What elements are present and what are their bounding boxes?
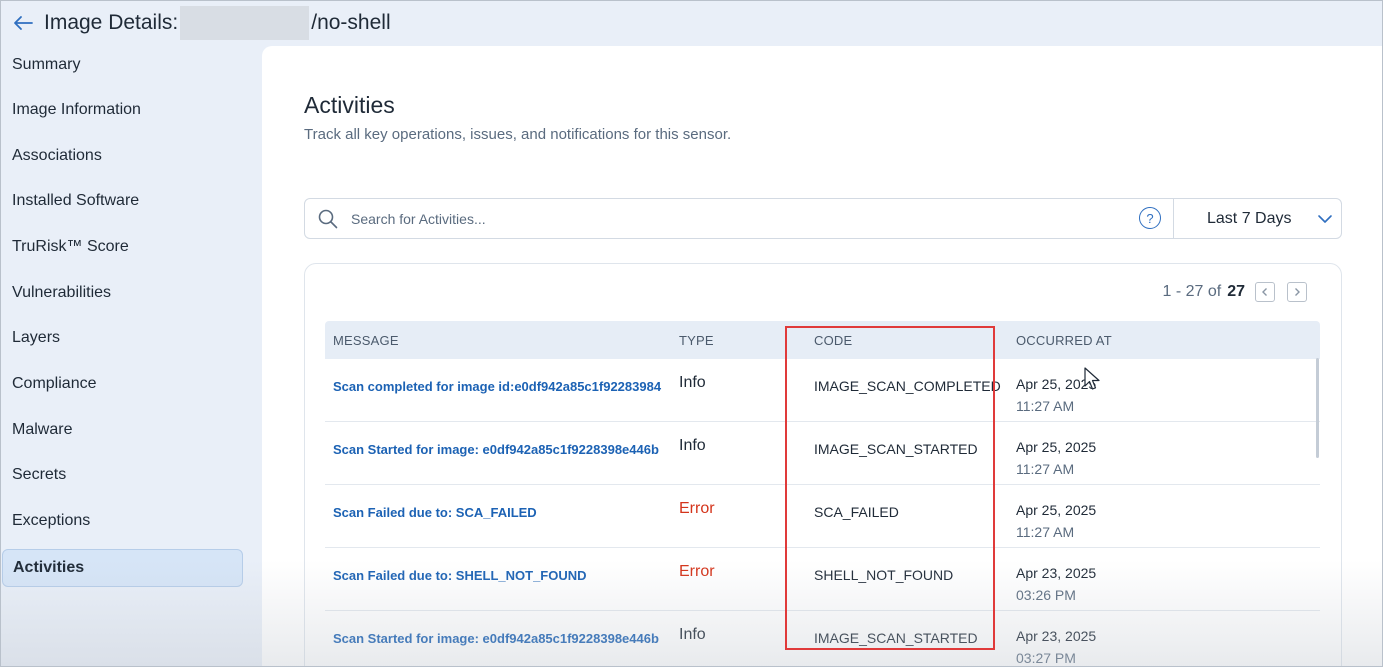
pagination: 1 - 27 of 27 [1162, 282, 1307, 302]
time-cell: 03:27 PM [1016, 650, 1076, 666]
pagination-range: 1 - 27 of [1162, 283, 1222, 300]
type-cell: Info [679, 437, 706, 454]
search-input[interactable] [351, 205, 1121, 233]
sidebar-item-vulnerabilities[interactable]: Vulnerabilities [2, 274, 243, 312]
type-cell: Error [679, 563, 715, 580]
pagination-total: 27 [1227, 283, 1245, 300]
sidebar-item-label: Installed Software [12, 192, 140, 209]
message-link[interactable]: Scan Started for image: e0df942a85c1f922… [333, 442, 663, 457]
sidebar-item-label: Vulnerabilities [12, 284, 112, 301]
sidebar-item-activities[interactable]: Activities [2, 549, 243, 587]
prev-page-button[interactable] [1255, 282, 1275, 302]
sidebar-item-associations[interactable]: Associations [2, 137, 243, 175]
sidebar-item-installed-software[interactable]: Installed Software [2, 182, 243, 220]
sidebar-item-compliance[interactable]: Compliance [2, 365, 243, 403]
time-cell: 03:26 PM [1016, 587, 1076, 603]
date-range-select[interactable]: Last 7 Days [1207, 210, 1291, 228]
cursor-icon [1083, 366, 1103, 392]
sidebar-item-label: Secrets [12, 466, 67, 483]
sidebar-item-summary[interactable]: Summary [2, 46, 243, 84]
main-panel: Activities Track all key operations, iss… [262, 46, 1383, 667]
column-header-code[interactable]: CODE [814, 333, 852, 348]
sidebar-item-exceptions[interactable]: Exceptions [2, 502, 243, 540]
type-cell: Error [679, 500, 715, 517]
sidebar-item-trurisk-score[interactable]: TruRisk™ Score [2, 228, 243, 266]
table-row[interactable]: Scan Failed due to: SHELL_NOT_FOUND Erro… [325, 548, 1320, 611]
sidebar-item-label: Compliance [12, 375, 97, 392]
type-cell: Info [679, 626, 706, 643]
search-bar: ? Last 7 Days [304, 198, 1342, 239]
sidebar-item-label: Summary [12, 56, 81, 73]
column-header-type[interactable]: TYPE [679, 333, 714, 348]
code-cell: SCA_FAILED [814, 504, 899, 520]
sidebar-item-label: TruRisk™ Score [12, 238, 129, 255]
date-cell: Apr 25, 2025 [1016, 439, 1097, 455]
redacted-image-name [180, 6, 310, 40]
table-header: MESSAGE TYPE CODE OCCURRED AT [325, 321, 1320, 359]
sidebar-item-label: Associations [12, 147, 102, 164]
time-cell: 11:27 AM [1016, 398, 1075, 414]
code-cell: SHELL_NOT_FOUND [814, 567, 954, 583]
code-cell: IMAGE_SCAN_COMPLETED [814, 378, 1001, 394]
time-cell: 11:27 AM [1016, 461, 1075, 477]
date-cell: Apr 23, 2025 [1016, 565, 1097, 581]
sidebar-item-label: Activities [13, 559, 85, 576]
title-prefix: Image Details: [44, 11, 179, 34]
chevron-left-icon [1262, 288, 1267, 296]
sidebar-nav: Summary Image Information Associations I… [0, 46, 262, 667]
page-subtitle: Track all key operations, issues, and no… [304, 126, 732, 143]
message-link[interactable]: Scan Failed due to: SCA_FAILED [333, 505, 663, 520]
activities-card: 1 - 27 of 27 MESSAGE TYPE CODE OCCURRED … [304, 263, 1342, 667]
search-icon [318, 209, 338, 229]
table-row[interactable]: Scan Started for image: e0df942a85c1f922… [325, 422, 1320, 485]
page-header: Image Details: /no-shell [0, 0, 1383, 46]
table-row[interactable]: Scan completed for image id:e0df942a85c1… [325, 359, 1320, 422]
table-scrollbar[interactable] [1316, 358, 1319, 458]
sidebar-item-secrets[interactable]: Secrets [2, 456, 243, 494]
sidebar-item-image-information[interactable]: Image Information [2, 91, 243, 129]
chevron-right-icon [1295, 288, 1300, 296]
code-cell: IMAGE_SCAN_STARTED [814, 441, 978, 457]
date-cell: Apr 23, 2025 [1016, 628, 1097, 644]
message-link[interactable]: Scan Started for image: e0df942a85c1f922… [333, 631, 663, 646]
title-suffix: /no-shell [311, 11, 391, 34]
activities-table: MESSAGE TYPE CODE OCCURRED AT Scan compl… [325, 321, 1320, 667]
message-link[interactable]: Scan Failed due to: SHELL_NOT_FOUND [333, 568, 663, 583]
page-header-title: Image Details: /no-shell [44, 6, 391, 40]
time-cell: 11:27 AM [1016, 524, 1075, 540]
sidebar-item-label: Layers [12, 329, 61, 346]
column-header-occurred-at[interactable]: OCCURRED AT [1016, 333, 1112, 348]
sidebar-item-layers[interactable]: Layers [2, 319, 243, 357]
type-cell: Info [679, 374, 706, 391]
sidebar-item-label: Malware [12, 421, 73, 438]
divider [1173, 199, 1174, 238]
column-header-message[interactable]: MESSAGE [333, 333, 399, 348]
sidebar-item-label: Image Information [12, 101, 141, 118]
date-cell: Apr 25, 2025 [1016, 502, 1097, 518]
sidebar-item-label: Exceptions [12, 512, 91, 529]
table-row[interactable]: Scan Started for image: e0df942a85c1f922… [325, 611, 1320, 667]
code-cell: IMAGE_SCAN_STARTED [814, 630, 978, 646]
help-icon[interactable]: ? [1139, 207, 1161, 229]
table-row[interactable]: Scan Failed due to: SCA_FAILED Error SCA… [325, 485, 1320, 548]
next-page-button[interactable] [1287, 282, 1307, 302]
chevron-down-icon[interactable] [1317, 211, 1333, 227]
sidebar-item-malware[interactable]: Malware [2, 411, 243, 449]
page-title: Activities [304, 92, 395, 118]
message-link[interactable]: Scan completed for image id:e0df942a85c1… [333, 379, 663, 394]
back-arrow-icon[interactable] [12, 12, 34, 34]
